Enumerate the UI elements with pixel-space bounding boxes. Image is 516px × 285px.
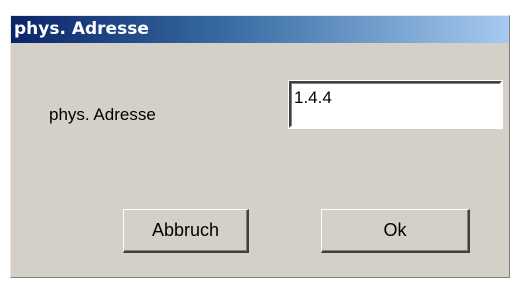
title-bar[interactable]: phys. Adresse — [11, 16, 509, 43]
address-label: phys. Adresse — [49, 105, 156, 124]
address-input-value: 1.4.4 — [294, 88, 332, 107]
ok-button-label: Ok — [383, 220, 407, 240]
dialog-window: phys. Adresse phys. Adresse 1.4.4 Abbruc… — [10, 15, 510, 278]
address-input[interactable]: 1.4.4 — [288, 80, 503, 129]
cancel-button[interactable]: Abbruch — [123, 209, 249, 253]
window-title: phys. Adresse — [14, 19, 149, 39]
cancel-button-label: Abbruch — [151, 220, 220, 240]
ok-button[interactable]: Ok — [321, 209, 470, 253]
